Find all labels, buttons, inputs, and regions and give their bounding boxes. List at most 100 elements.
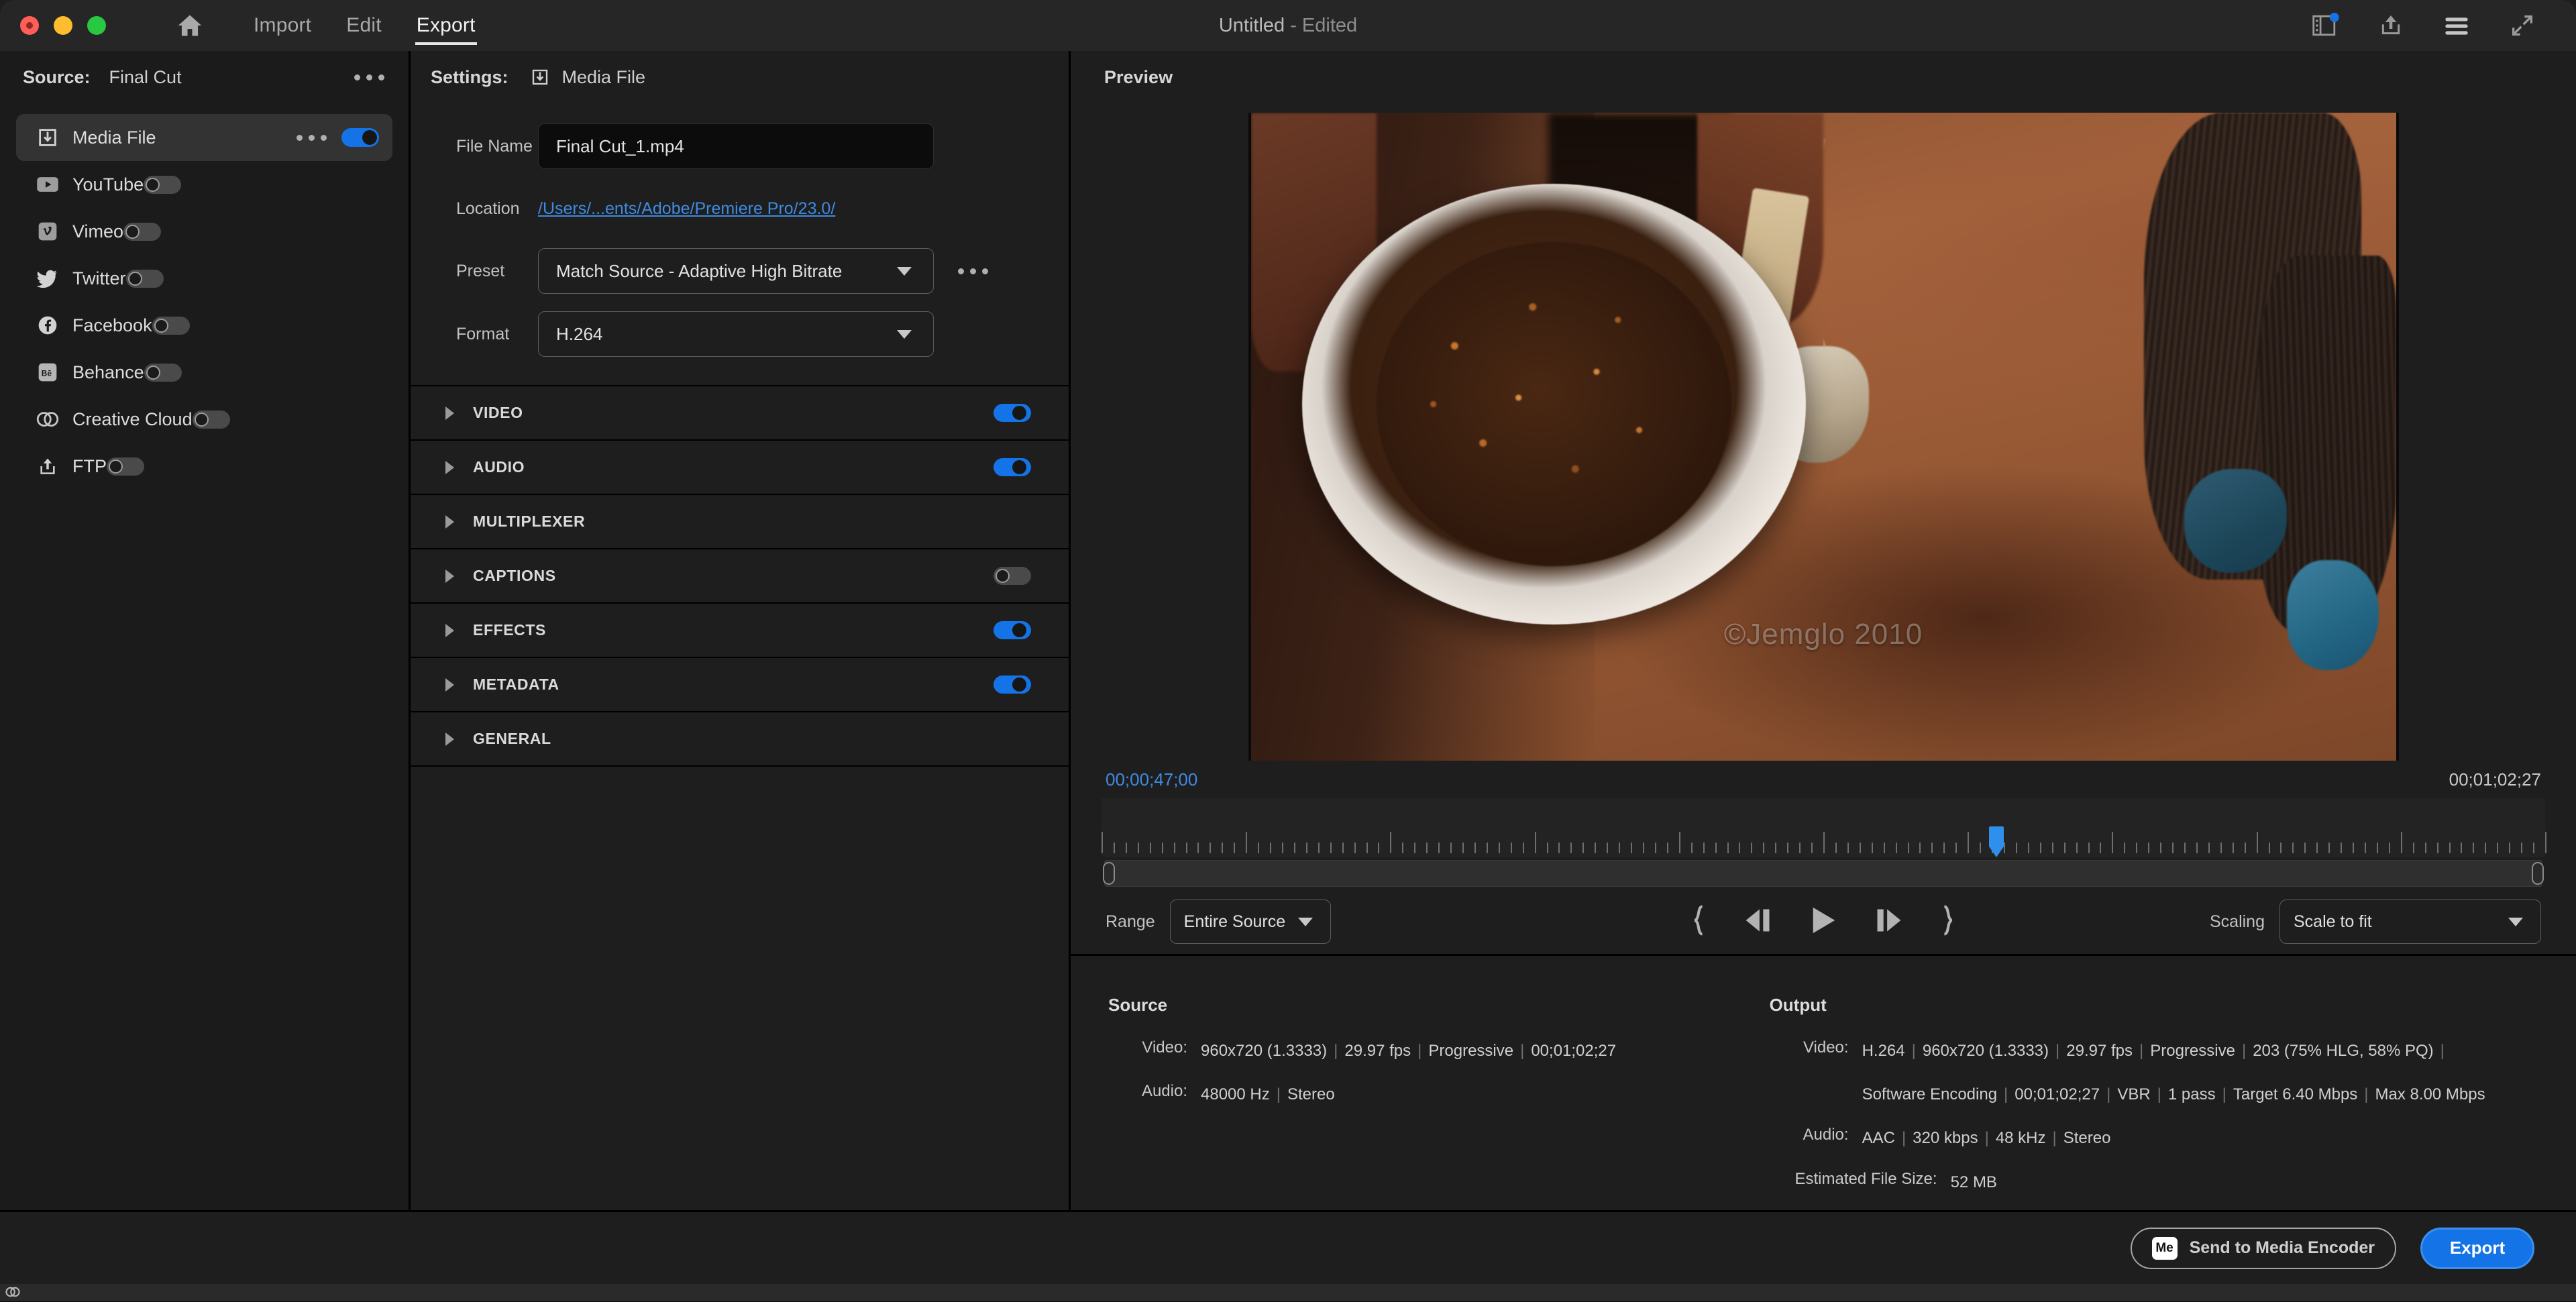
chevron-right-icon xyxy=(445,514,454,529)
settings-form: File Name Final Cut_1.mp4 Location /User… xyxy=(411,103,1069,374)
timeline-ruler[interactable] xyxy=(1102,798,2546,857)
youtube-toggle[interactable] xyxy=(144,175,182,194)
menu-icon[interactable] xyxy=(2442,11,2471,40)
transport-bar: Range Entire Source Scaling Scale to fit xyxy=(1102,889,2545,954)
sidebar-item-facebook[interactable]: Facebook xyxy=(16,302,392,349)
sidebar-item-twitter[interactable]: Twitter xyxy=(16,255,392,302)
home-icon[interactable] xyxy=(174,12,205,39)
preset-label: Preset xyxy=(456,261,505,280)
sidebar-item-youtube[interactable]: YouTube xyxy=(16,161,392,208)
timecode-row: 00;00;47;00 00;01;02;27 xyxy=(1102,761,2545,798)
sidebar-item-vimeo[interactable]: Vimeo xyxy=(16,208,392,255)
timecode-out[interactable]: 00;01;02;27 xyxy=(2449,769,2541,790)
output-audio-row: Audio: AAC | 320 kbps | 48 kHz | Stereo xyxy=(1770,1126,2576,1150)
source-value: Final Cut xyxy=(109,66,182,87)
minimize-window-button[interactable] xyxy=(54,16,72,35)
playhead[interactable] xyxy=(1989,826,2004,857)
settings-panel: Settings: Media File File Name Final Cut… xyxy=(411,51,1071,1210)
section-label: VIDEO xyxy=(473,404,523,421)
step-back-icon[interactable] xyxy=(1742,906,1774,938)
output-summary-title: Output xyxy=(1769,995,1827,1015)
mark-out-icon[interactable] xyxy=(1939,905,1957,939)
nav-tab-import[interactable]: Import xyxy=(236,10,329,41)
behance-toggle[interactable] xyxy=(144,363,182,382)
premiere-export-window: Import Edit Export Untitled - Edited Sou… xyxy=(0,0,2576,1301)
scrubber-track[interactable] xyxy=(1104,860,2542,887)
video-section-toggle[interactable] xyxy=(994,404,1031,422)
nav-tab-edit[interactable]: Edit xyxy=(329,10,399,41)
preview-label: Preview xyxy=(1104,66,1173,87)
section-label: AUDIO xyxy=(473,458,525,476)
fullscreen-icon[interactable] xyxy=(2508,11,2537,40)
range-select[interactable]: Entire Source xyxy=(1169,900,1331,944)
ftp-icon xyxy=(28,455,67,477)
scrubber[interactable] xyxy=(1102,857,2545,889)
step-forward-icon[interactable] xyxy=(1872,906,1904,938)
source-video-key: Video: xyxy=(1142,1038,1187,1056)
facebook-toggle[interactable] xyxy=(152,316,190,335)
sidebar-item-label: FTP xyxy=(72,455,107,476)
chevron-right-icon xyxy=(445,623,454,637)
maximize-window-button[interactable] xyxy=(87,16,106,35)
section-effects[interactable]: EFFECTS xyxy=(411,604,1069,658)
source-audio-row: Audio: 48000 Hz | Stereo xyxy=(1108,1082,1770,1107)
sidebar-item-media-file[interactable]: Media File xyxy=(16,114,392,161)
mark-in-icon[interactable] xyxy=(1690,905,1707,939)
sidebar-item-creative-cloud[interactable]: Creative Cloud xyxy=(16,396,392,443)
scrubber-handle-right[interactable] xyxy=(2530,860,2545,887)
chevron-right-icon xyxy=(445,406,454,420)
playhead-flag xyxy=(1989,826,2004,847)
send-to-media-encoder-label: Send to Media Encoder xyxy=(2189,1238,2375,1257)
audio-section-toggle[interactable] xyxy=(994,458,1031,476)
sidebar-item-label: Facebook xyxy=(72,315,152,335)
scaling-select[interactable]: Scale to fit xyxy=(2279,900,2541,944)
export-button[interactable]: Export xyxy=(2420,1227,2534,1269)
source-video-value: 960x720 (1.3333) | 29.97 fps | Progressive | 0… xyxy=(1201,1042,1617,1060)
location-link[interactable]: /Users/...ents/Adobe/Premiere Pro/23.0/ xyxy=(538,199,835,219)
youtube-icon xyxy=(28,176,67,193)
creative-cloud-toggle[interactable] xyxy=(192,410,230,429)
media-file-toggle[interactable] xyxy=(341,128,379,147)
twitter-toggle[interactable] xyxy=(125,269,164,288)
output-audio-value: AAC | 320 kbps | 48 kHz | Stereo xyxy=(1862,1129,2111,1148)
video-preview[interactable]: ©Jemglo 2010 xyxy=(1248,113,2399,761)
notifications-icon[interactable] xyxy=(2310,11,2340,40)
section-general[interactable]: GENERAL xyxy=(411,712,1069,767)
section-captions[interactable]: CAPTIONS xyxy=(411,549,1069,604)
source-sidebar: Source: Final Cut Media File YouTube Vim… xyxy=(0,51,411,1210)
timecode-in[interactable]: 00;00;47;00 xyxy=(1106,769,1197,790)
nav-tab-export[interactable]: Export xyxy=(399,10,493,45)
sidebar-item-ftp[interactable]: FTP xyxy=(16,443,392,490)
section-label: CAPTIONS xyxy=(473,567,556,584)
preset-more-options-button[interactable] xyxy=(958,268,988,274)
section-label: MULTIPLEXER xyxy=(473,512,586,530)
close-window-button[interactable] xyxy=(20,16,39,35)
section-video[interactable]: VIDEO xyxy=(411,386,1069,441)
send-to-media-encoder-button[interactable]: Me Send to Media Encoder xyxy=(2130,1227,2396,1269)
preview-panel: Preview ©Jemglo 2010 00;00;47;00 00;01;0… xyxy=(1071,51,2576,1210)
sidebar-more-options-button[interactable] xyxy=(354,74,384,80)
share-icon[interactable] xyxy=(2376,11,2406,40)
section-multiplexer[interactable]: MULTIPLEXER xyxy=(411,495,1069,549)
effects-section-toggle[interactable] xyxy=(994,621,1031,639)
settings-value: Media File xyxy=(561,66,646,87)
metadata-section-toggle[interactable] xyxy=(994,675,1031,694)
captions-section-toggle[interactable] xyxy=(994,567,1031,585)
format-select[interactable]: H.264 xyxy=(538,311,934,357)
play-icon[interactable] xyxy=(1809,905,1837,939)
preset-select[interactable]: Match Source - Adaptive High Bitrate xyxy=(538,248,934,294)
section-metadata[interactable]: METADATA xyxy=(411,658,1069,712)
scrubber-handle-left[interactable] xyxy=(1102,860,1116,887)
section-label: EFFECTS xyxy=(473,621,546,639)
sidebar-item-behance[interactable]: Bē Behance xyxy=(16,349,392,396)
sidebar-item-label: Vimeo xyxy=(72,221,124,241)
settings-sections: VIDEO AUDIO MULTIPLEXER CAPTIONS EFFECTS… xyxy=(411,385,1069,767)
creative-cloud-icon xyxy=(28,409,67,429)
vimeo-toggle[interactable] xyxy=(123,222,162,241)
window-title-edited: - Edited xyxy=(1290,14,1358,36)
media-file-more-options-button[interactable] xyxy=(297,134,327,141)
sidebar-item-label: YouTube xyxy=(72,174,144,195)
file-name-input[interactable]: Final Cut_1.mp4 xyxy=(538,123,934,169)
ftp-toggle[interactable] xyxy=(107,457,144,476)
section-audio[interactable]: AUDIO xyxy=(411,441,1069,495)
